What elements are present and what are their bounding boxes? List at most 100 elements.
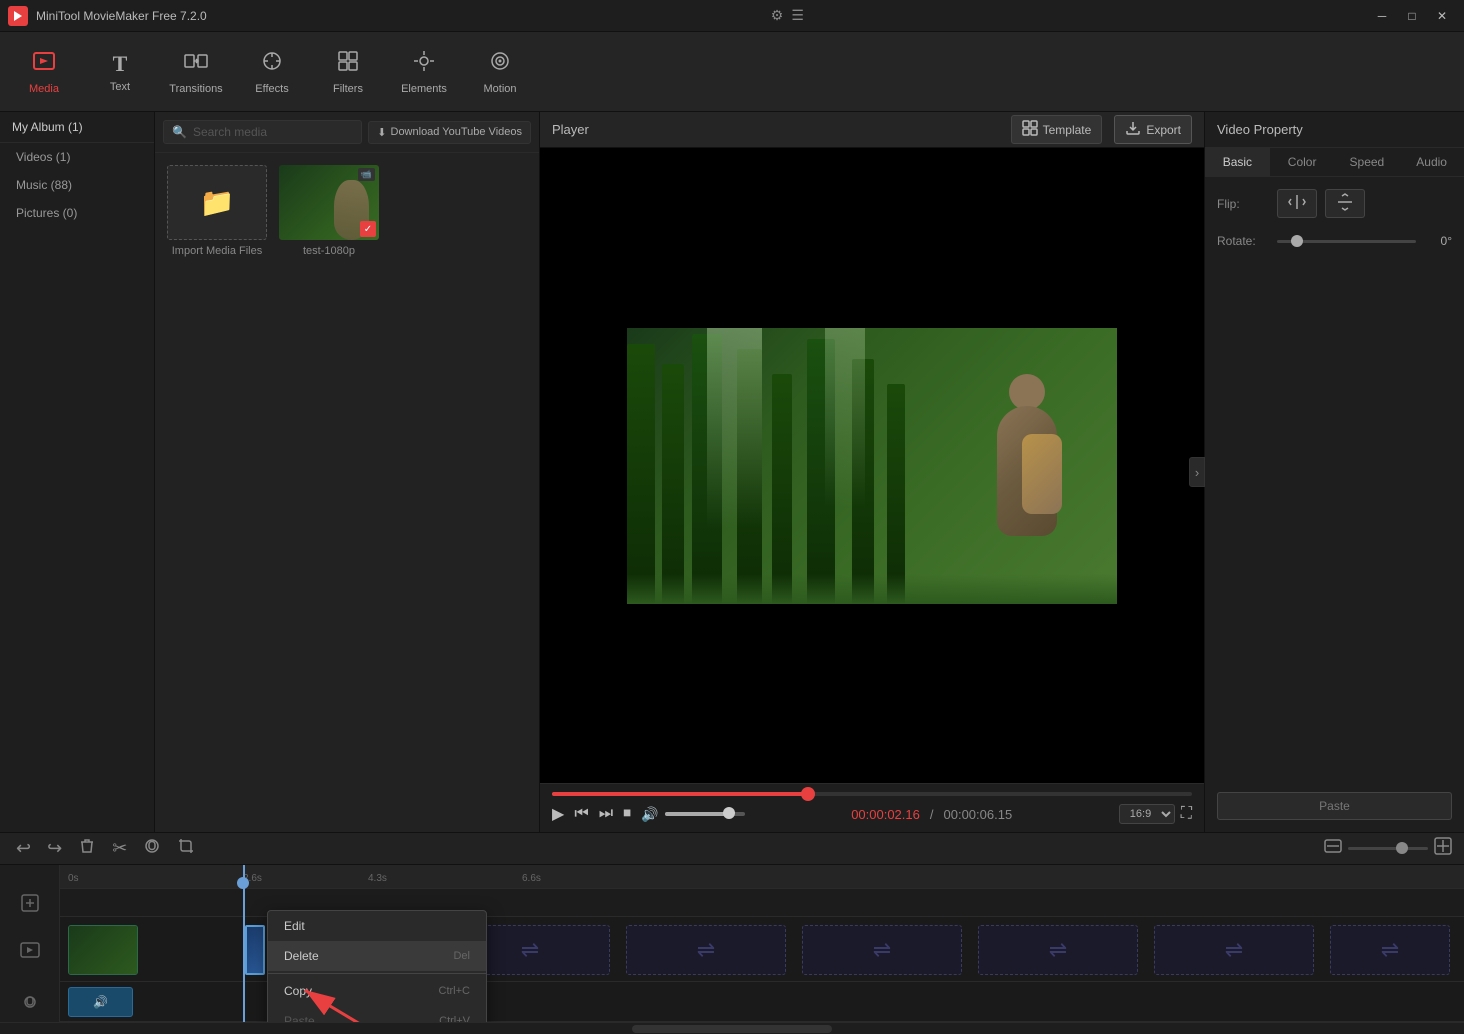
context-menu: Edit Delete Del Copy Ctrl+C Paste Ctrl+V (267, 910, 487, 1022)
fullscreen-button[interactable]: ⛶ (1181, 805, 1192, 823)
text-icon: T (113, 51, 128, 77)
toolbar-elements[interactable]: Elements (388, 36, 460, 108)
toolbar: Media T Text Transitions Effects (0, 32, 1464, 112)
toolbar-filters[interactable]: Filters (312, 36, 384, 108)
panel-title: Video Property (1205, 112, 1464, 148)
close-button[interactable]: ✕ (1428, 5, 1456, 27)
sidebar-item-videos[interactable]: Videos (1) (0, 143, 154, 171)
effects-label: Effects (255, 83, 288, 95)
play-button[interactable]: ▶ (552, 804, 564, 824)
ctx-delete-shortcut: Del (453, 950, 470, 962)
zoom-in-button[interactable] (1434, 837, 1452, 860)
timeline-scrollbar[interactable] (0, 1022, 1464, 1034)
titlebar-left: MiniTool MovieMaker Free 7.2.0 (8, 6, 207, 26)
next-frame-button[interactable]: ⏭ (599, 805, 613, 823)
sidebar-album[interactable]: My Album (1) (0, 112, 154, 143)
toolbar-text[interactable]: T Text (84, 36, 156, 108)
import-thumb: 📁 (167, 165, 267, 240)
cut-button[interactable]: ✂ (108, 833, 131, 864)
player-header-buttons: Template Export (1011, 115, 1192, 144)
progress-fill (552, 792, 808, 796)
window-controls: ─ □ ✕ (1368, 5, 1456, 27)
flip-horizontal-button[interactable] (1277, 189, 1317, 218)
ctx-paste-label: Paste (284, 1014, 315, 1022)
timeline-labels (0, 865, 60, 1022)
tab-speed[interactable]: Speed (1335, 148, 1400, 176)
elements-label: Elements (401, 83, 447, 95)
stop-button[interactable]: ⏹ (623, 805, 631, 823)
rotate-slider[interactable] (1277, 240, 1416, 243)
rotate-control: 0° (1277, 234, 1452, 248)
zoom-slider[interactable] (1348, 847, 1428, 850)
rotate-value: 0° (1424, 234, 1452, 248)
progress-bar[interactable] (552, 792, 1192, 796)
empty-clip-slot-5[interactable]: ⇌ (1154, 925, 1314, 975)
video-media-item[interactable]: 📹 ✓ test-1080p (279, 165, 379, 257)
playback-controls: ▶ ⏮ ⏭ ⏹ 🔊 (552, 804, 745, 824)
prev-frame-button[interactable]: ⏮ (574, 805, 588, 823)
template-button[interactable]: Template (1011, 115, 1103, 144)
tab-audio[interactable]: Audio (1399, 148, 1464, 176)
rotate-row: Rotate: 0° (1217, 234, 1452, 248)
crop-button[interactable] (173, 833, 199, 864)
ruler-mark-6-6s: 6.6s (522, 873, 541, 884)
ctx-copy[interactable]: Copy Ctrl+C (268, 976, 486, 1006)
delete-clip-button[interactable] (74, 833, 100, 864)
add-track-button[interactable] (0, 889, 59, 917)
panel-collapse-button[interactable]: › (1189, 457, 1205, 487)
tab-basic[interactable]: Basic (1205, 148, 1270, 176)
audio-detach-button[interactable] (139, 833, 165, 864)
empty-clip-slot-6[interactable]: ⇌ (1330, 925, 1450, 975)
clip-1[interactable] (68, 925, 138, 975)
scroll-thumb[interactable] (632, 1025, 832, 1033)
sidebar-item-pictures[interactable]: Pictures (0) (0, 199, 154, 227)
import-label: Import Media Files (172, 245, 262, 257)
flip-vertical-button[interactable] (1325, 189, 1365, 218)
undo-button[interactable]: ↩ (12, 833, 35, 864)
clip-selected[interactable] (245, 925, 265, 975)
volume-slider[interactable] (665, 812, 745, 816)
empty-clip-slot-3[interactable]: ⇌ (802, 925, 962, 975)
redo-button[interactable]: ↪ (43, 833, 66, 864)
sidebar-item-music[interactable]: Music (88) (0, 171, 154, 199)
media-panel: 🔍 Search media ⬇ Download YouTube Videos… (155, 112, 540, 832)
progress-thumb[interactable] (801, 787, 815, 801)
settings-icon[interactable]: ⚙ (771, 7, 784, 24)
titlebar: MiniTool MovieMaker Free 7.2.0 ⚙ ☰ ─ □ ✕ (0, 0, 1464, 32)
timeline-tools: ↩ ↪ ✂ (12, 833, 199, 864)
ctrl-row: ▶ ⏮ ⏭ ⏹ 🔊 00:00:02.16 / 00:00:0 (552, 804, 1192, 824)
download-youtube-button[interactable]: ⬇ Download YouTube Videos (368, 121, 531, 144)
volume-button[interactable]: 🔊 (641, 806, 658, 823)
ruler-mark-0s: 0s (68, 873, 79, 884)
search-box[interactable]: 🔍 Search media (163, 120, 362, 144)
video-thumb: 📹 ✓ (279, 165, 379, 240)
ctx-edit[interactable]: Edit (268, 911, 486, 941)
playhead-marker[interactable] (237, 877, 249, 889)
minimize-button[interactable]: ─ (1368, 5, 1396, 27)
video-track-label[interactable] (0, 917, 59, 982)
ctx-delete[interactable]: Delete Del (268, 941, 486, 971)
toolbar-transitions[interactable]: Transitions (160, 36, 232, 108)
empty-clip-slot-4[interactable]: ⇌ (978, 925, 1138, 975)
aspect-ratio-select[interactable]: 16:9 9:16 4:3 1:1 (1119, 804, 1175, 824)
menu-icon[interactable]: ☰ (791, 7, 804, 24)
audio-clip[interactable]: 🔊 (68, 987, 133, 1017)
toolbar-media[interactable]: Media (8, 36, 80, 108)
time-total: 00:00:06.15 (944, 807, 1013, 822)
export-button[interactable]: Export (1114, 115, 1192, 144)
import-media-item[interactable]: 📁 Import Media Files (167, 165, 267, 257)
tab-color[interactable]: Color (1270, 148, 1335, 176)
ctx-copy-label: Copy (284, 984, 312, 998)
empty-clip-slot-2[interactable]: ⇌ (626, 925, 786, 975)
zoom-out-button[interactable] (1324, 837, 1342, 860)
toolbar-motion[interactable]: Motion (464, 36, 536, 108)
audio-clip-icon: 🔊 (93, 995, 108, 1009)
property-tabs: Basic Color Speed Audio (1205, 148, 1464, 177)
flip-row: Flip: (1217, 189, 1452, 218)
toolbar-effects[interactable]: Effects (236, 36, 308, 108)
audio-track-label[interactable] (0, 982, 59, 1022)
motion-label: Motion (483, 83, 516, 95)
ruler-mark-4-3s: 4.3s (368, 873, 387, 884)
maximize-button[interactable]: □ (1398, 5, 1426, 27)
media-label: Media (29, 83, 59, 95)
